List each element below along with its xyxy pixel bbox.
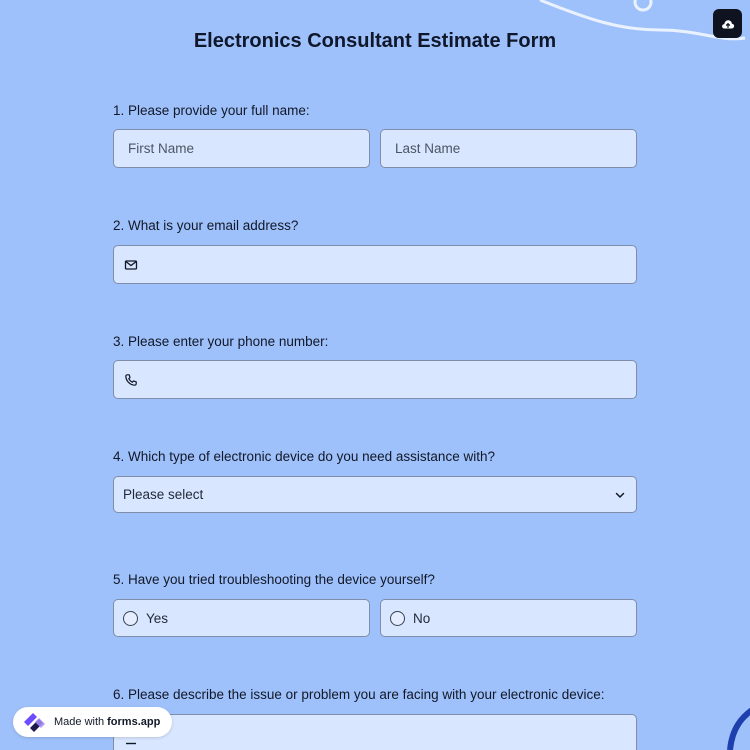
question-3-label: 3. Please enter your phone number: [113,334,329,349]
radio-option-yes[interactable]: Yes [113,599,370,637]
phone-input[interactable] [138,361,636,398]
issue-description-textarea[interactable] [113,714,637,750]
badge-prefix: Made with [54,716,105,728]
question-6-label: 6. Please describe the issue or problem … [113,687,605,702]
made-with-badge[interactable]: Made with forms.app [13,707,173,737]
phone-icon [125,373,137,386]
form-title: Electronics Consultant Estimate Form [193,30,557,52]
envelope-icon [124,259,138,270]
question-2-label: 2. What is your email address? [113,218,299,233]
radio-button[interactable] [390,610,405,626]
radio-option-no[interactable]: No [380,599,637,637]
question-4-label: 4. Which type of electronic device do yo… [113,449,495,464]
email-input[interactable] [138,246,636,283]
last-name-input[interactable] [381,130,636,167]
radio-button[interactable] [123,610,138,626]
badge-brand: forms.app [107,716,161,728]
email-field[interactable] [113,245,637,284]
phone-field[interactable] [113,360,637,399]
last-name-field[interactable] [380,129,637,168]
question-1-label: 1. Please provide your full name: [113,103,310,118]
first-name-field[interactable] [113,129,370,168]
device-type-select[interactable]: Please select [113,476,637,513]
radio-option-label: No [413,610,431,626]
radio-option-label: Yes [146,610,169,626]
first-name-input[interactable] [114,130,369,167]
question-5-label: 5. Have you tried troubleshooting the de… [113,572,435,587]
device-type-selected: Please select [123,487,204,502]
cloud-upload-icon [721,19,734,28]
forms-app-logo-icon [24,713,45,732]
chevron-down-icon [615,492,625,498]
